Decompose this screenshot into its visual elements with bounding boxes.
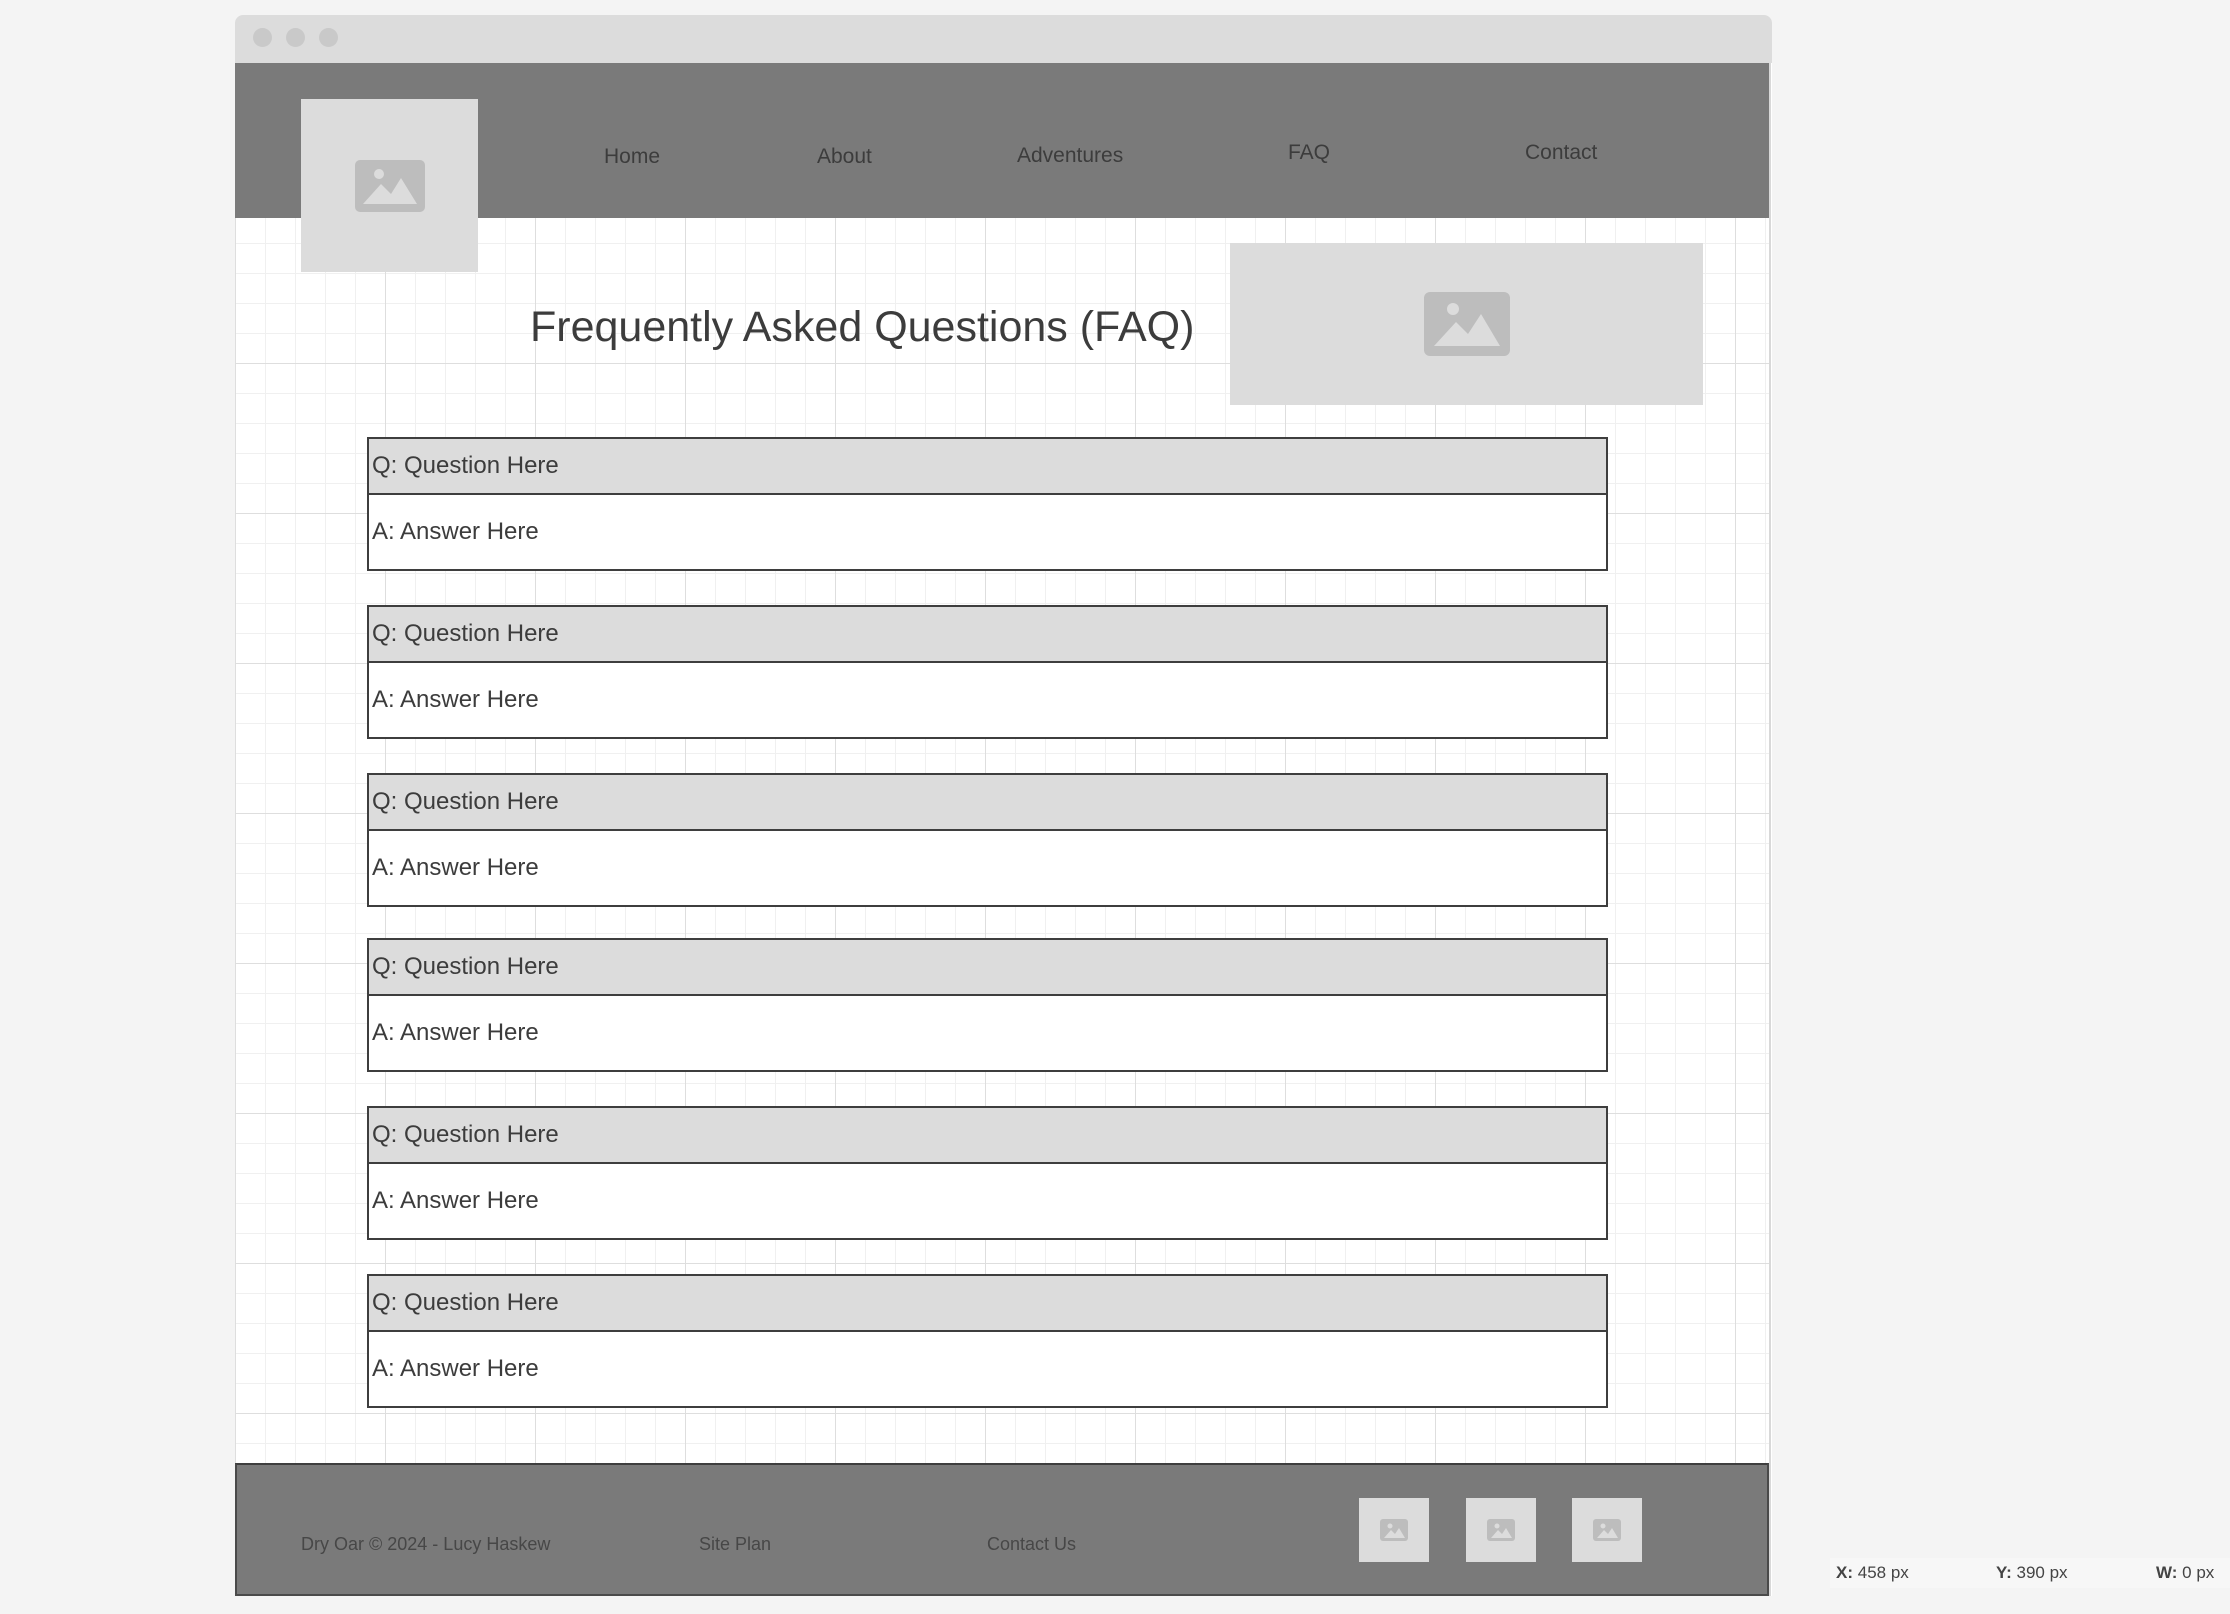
image-placeholder-icon [1380,1519,1408,1541]
faq-question[interactable]: Q: Question Here [369,607,1606,663]
faq-item: Q: Question Here A: Answer Here [367,605,1608,739]
nav-faq[interactable]: FAQ [1288,141,1330,165]
site-header: Home About Adventures FAQ Contact [235,63,1769,272]
faq-item: Q: Question Here A: Answer Here [367,938,1608,1072]
site-footer: Dry Oar © 2024 - Lucy Haskew Site Plan C… [235,1463,1769,1596]
faq-item: Q: Question Here A: Answer Here [367,1106,1608,1240]
coordinate-readout: X: 458 px Y: 390 px W: 0 px [1830,1558,2230,1588]
window-minimize-dot[interactable] [286,28,305,47]
faq-question[interactable]: Q: Question Here [369,940,1606,996]
faq-item: Q: Question Here A: Answer Here [367,437,1608,571]
wireframe-page: Home About Adventures FAQ Contact Freque… [235,63,1771,1596]
nav-about[interactable]: About [817,145,872,169]
readout-w: W: 0 px [2156,1563,2215,1582]
faq-answer: A: Answer Here [372,1019,539,1046]
social-link-3[interactable] [1572,1498,1642,1562]
logo-placeholder[interactable] [301,99,478,272]
faq-question[interactable]: Q: Question Here [369,1108,1606,1164]
window-maximize-dot[interactable] [319,28,338,47]
faq-item: Q: Question Here A: Answer Here [367,1274,1608,1408]
faq-answer: A: Answer Here [372,518,539,545]
hero-image-placeholder [1230,243,1703,405]
nav-home[interactable]: Home [604,145,660,169]
social-link-2[interactable] [1466,1498,1536,1562]
image-placeholder-icon [1593,1519,1621,1541]
faq-item: Q: Question Here A: Answer Here [367,773,1608,907]
faq-question[interactable]: Q: Question Here [369,1276,1606,1332]
footer-site-plan-link[interactable]: Site Plan [699,1534,771,1555]
image-placeholder-icon [1423,292,1510,356]
readout-y: Y: 390 px [1996,1563,2068,1582]
footer-copyright: Dry Oar © 2024 - Lucy Haskew [301,1534,551,1554]
browser-window: Home About Adventures FAQ Contact Freque… [235,15,1772,1596]
browser-titlebar [235,15,1772,63]
footer-contact-link[interactable]: Contact Us [987,1534,1076,1555]
faq-question[interactable]: Q: Question Here [369,775,1606,831]
faq-answer: A: Answer Here [372,1355,539,1382]
page-title: Frequently Asked Questions (FAQ) [530,303,1195,351]
nav-adventures[interactable]: Adventures [1017,144,1123,168]
faq-question[interactable]: Q: Question Here [369,439,1606,495]
readout-x: X: 458 px [1836,1563,1909,1582]
faq-answer: A: Answer Here [372,1187,539,1214]
window-close-dot[interactable] [253,28,272,47]
social-link-1[interactable] [1359,1498,1429,1562]
image-placeholder-icon [1487,1519,1515,1541]
faq-answer: A: Answer Here [372,686,539,713]
image-placeholder-icon [354,159,425,212]
faq-answer: A: Answer Here [372,854,539,881]
nav-contact[interactable]: Contact [1525,141,1597,165]
